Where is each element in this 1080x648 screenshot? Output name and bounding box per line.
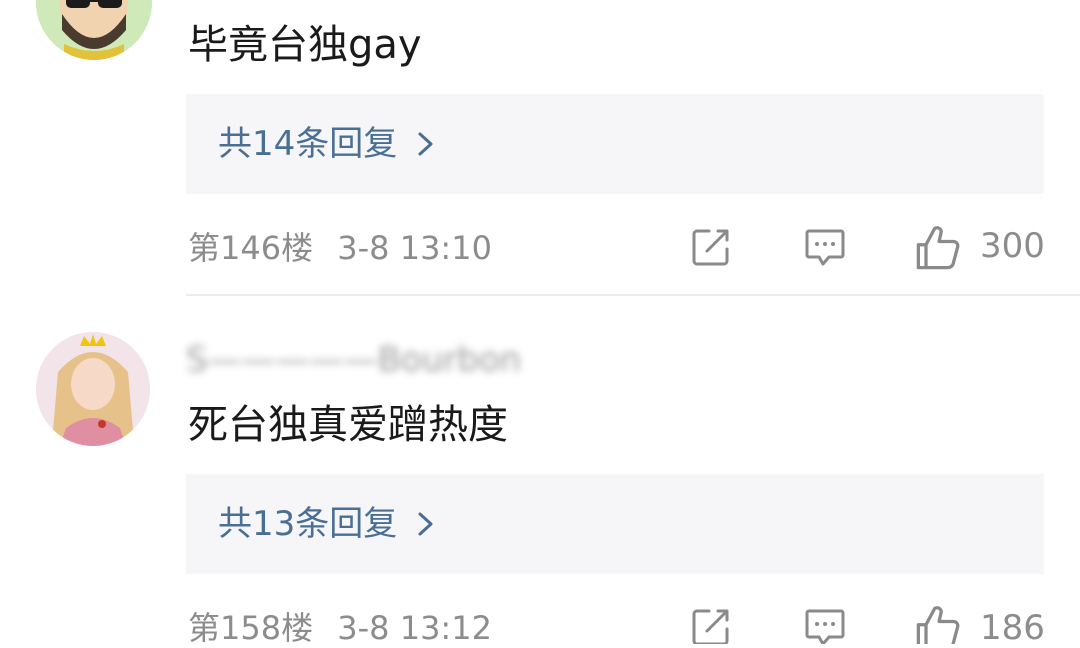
reply-count-label: 共14条回复 xyxy=(218,124,398,164)
comment-icon xyxy=(805,229,845,266)
comment-button[interactable] xyxy=(802,604,848,644)
edit-icon xyxy=(692,229,729,266)
username[interactable]: S—————Bourbon xyxy=(186,340,521,380)
view-replies-link[interactable]: 共13条回复 xyxy=(218,504,437,544)
view-replies-link[interactable]: 共14条回复 xyxy=(218,124,437,164)
like-icon xyxy=(916,226,960,270)
girl-with-crown-avatar-icon xyxy=(36,332,150,446)
floor-number: 第146楼 xyxy=(188,229,314,267)
bearded-sunglasses-avatar-icon xyxy=(36,0,152,60)
like-icon xyxy=(916,606,960,644)
like-count: 300 xyxy=(980,226,1045,266)
edit-button[interactable] xyxy=(688,604,734,644)
chevron-right-icon xyxy=(418,512,433,536)
like-button[interactable]: 186 xyxy=(912,602,1046,644)
timestamp: 3-8 13:12 xyxy=(337,609,492,647)
comment-text: 毕竟台独gay xyxy=(188,22,422,68)
timestamp: 3-8 13:10 xyxy=(337,229,492,267)
comment-meta: 第158楼 3-8 13:12 xyxy=(188,608,492,648)
comment-divider xyxy=(186,294,1080,296)
like-count: 186 xyxy=(980,608,1045,644)
comment-button[interactable] xyxy=(802,224,848,270)
chevron-right-icon xyxy=(418,132,433,156)
comment-icon xyxy=(805,609,845,644)
edit-icon xyxy=(692,609,729,644)
user-avatar[interactable] xyxy=(36,0,152,60)
reply-count-label: 共13条回复 xyxy=(218,504,398,544)
reply-thread-box[interactable]: 共13条回复 xyxy=(186,474,1044,574)
comment-text: 死台独真爱蹭热度 xyxy=(188,402,508,448)
edit-button[interactable] xyxy=(688,224,734,270)
floor-number: 第158楼 xyxy=(188,609,314,647)
user-avatar[interactable] xyxy=(36,332,150,446)
like-button[interactable]: 300 xyxy=(912,222,1046,272)
reply-thread-box[interactable]: 共14条回复 xyxy=(186,94,1044,194)
comment-meta: 第146楼 3-8 13:10 xyxy=(188,228,492,268)
